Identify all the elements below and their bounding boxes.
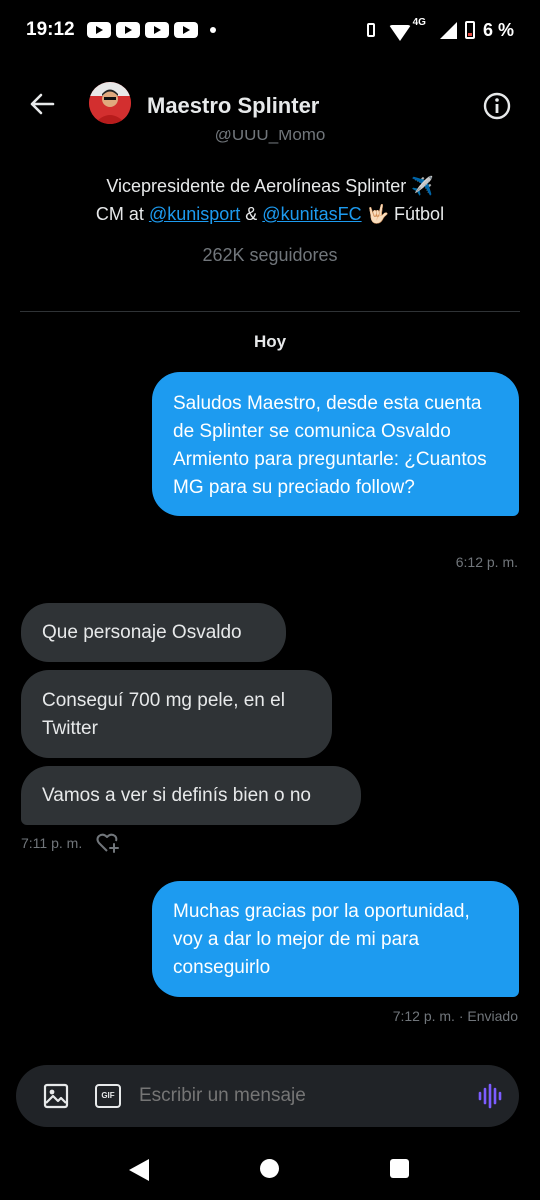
- day-separator: Hoy: [253, 332, 287, 351]
- more-notifications-icon: [210, 27, 216, 33]
- message-timestamp: 6:12 p. m.: [455, 554, 518, 570]
- network-type: 4G: [412, 16, 426, 28]
- bio-text: 🤟🏻 Fútbol: [366, 204, 445, 224]
- wifi-icon: [388, 25, 411, 41]
- divider: [20, 311, 520, 312]
- system-navigation-bar: [0, 1140, 540, 1200]
- battery-level: 6 %: [482, 19, 514, 40]
- battery-icon: [464, 21, 475, 39]
- mention-link-kunitasfc[interactable]: @kunitasFC: [262, 204, 361, 224]
- bio-text: &: [245, 204, 258, 224]
- message-bubble-received[interactable]: Conseguí 700 mg pele, en el Twitter: [21, 670, 332, 758]
- followers-count[interactable]: 262K seguidores: [0, 245, 540, 266]
- bio-line-1: Vicepresidente de Aerolíneas Splinter ✈️: [106, 176, 434, 196]
- profile-bio: Vicepresidente de Aerolíneas Splinter ✈️…: [0, 172, 540, 228]
- arrow-left-icon[interactable]: [28, 90, 56, 118]
- status-time: 19:12: [26, 19, 75, 40]
- gif-icon[interactable]: GIF: [95, 1084, 121, 1108]
- conversation-title[interactable]: Maestro Splinter: [147, 93, 319, 119]
- avatar[interactable]: [89, 82, 131, 124]
- youtube-notification-icon: [116, 22, 140, 38]
- nav-recents-icon[interactable]: [390, 1159, 409, 1178]
- voice-wave-icon[interactable]: [477, 1083, 503, 1109]
- bio-line-2: CM at @kunisport & @kunitasFC 🤟🏻 Fútbol: [0, 200, 540, 228]
- message-composer: GIF: [16, 1065, 519, 1127]
- nav-home-icon[interactable]: [260, 1159, 279, 1178]
- youtube-notification-icon: [145, 22, 169, 38]
- message-timestamp: 7:12 p. m.: [392, 1008, 455, 1024]
- message-input[interactable]: [139, 1085, 439, 1107]
- mention-link-kunisport[interactable]: @kunisport: [149, 204, 240, 224]
- youtube-notification-icon: [174, 22, 198, 38]
- nav-back-icon[interactable]: [129, 1159, 149, 1181]
- signal-icon: [439, 21, 457, 39]
- vibrate-icon: [361, 22, 381, 38]
- message-bubble-received[interactable]: Vamos a ver si definís bien o no: [21, 766, 361, 825]
- bio-text: CM at: [95, 204, 144, 224]
- youtube-notification-icon: [87, 22, 111, 38]
- message-delivery-status: 7:12 p. m. · Enviado: [393, 1008, 518, 1024]
- message-status: · Enviado: [458, 1008, 518, 1024]
- info-icon[interactable]: [483, 92, 511, 120]
- message-bubble-sent[interactable]: Saludos Maestro, desde esta cuenta de Sp…: [152, 372, 519, 516]
- add-reaction-icon[interactable]: [96, 832, 120, 854]
- message-timestamp: 7:11 p. m.: [21, 835, 83, 851]
- profile-handle: @UUU_Momo: [214, 130, 326, 144]
- status-bar: 19:12 4G 6 %: [0, 0, 540, 60]
- message-bubble-received[interactable]: Que personaje Osvaldo: [21, 603, 286, 662]
- message-bubble-sent[interactable]: Muchas gracias por la oportunidad, voy a…: [152, 881, 519, 997]
- image-icon[interactable]: [43, 1083, 69, 1109]
